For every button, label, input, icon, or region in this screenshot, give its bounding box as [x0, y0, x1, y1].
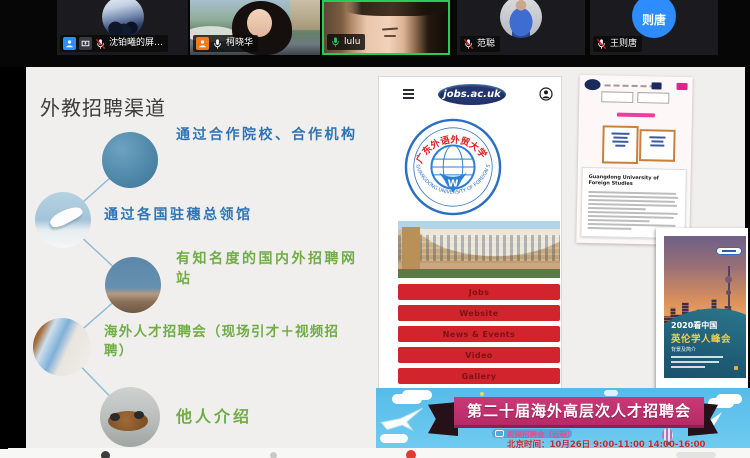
participant-name: 沈铂曦的屏… — [109, 39, 163, 48]
screenshare-icon — [79, 37, 92, 50]
summit-poster: 2020看中国 英伦学人峰会 背景及简介 — [656, 228, 748, 392]
hot-air-balloon-icon — [662, 428, 673, 441]
chat-bubble-icon — [495, 430, 504, 437]
participant-nametag: 柯晓华 — [193, 35, 258, 52]
corner-shadow — [0, 440, 8, 449]
participant-nametag: 范聪 — [460, 36, 500, 52]
participant-tile-fan[interactable]: 范聪 — [457, 0, 585, 55]
poster-logo — [716, 247, 742, 255]
register-button-shape — [676, 83, 687, 90]
news-events-button: News & Events — [398, 326, 560, 342]
university-emblem: 广东外语外贸大学 GUANGDONG UNIVERSITY OF FOREIGN… — [404, 118, 502, 216]
participant-tile-shen[interactable]: 沈铂曦的屏… — [57, 0, 188, 55]
partial-icon — [270, 452, 277, 458]
participant-tile-ke[interactable]: 柯晓华 — [190, 0, 320, 55]
bird-photo-circle — [35, 192, 91, 248]
banner-schedule: 北京时间：10月26日 9:00-11:00 14:00-16:00 — [507, 438, 705, 448]
mountain-photo-circle — [105, 257, 161, 313]
video-button: Video — [398, 347, 560, 363]
section-heading-shape — [617, 113, 655, 118]
avatar-initials: 则唐 — [632, 0, 676, 38]
slide-title: 外教招聘渠道 — [40, 92, 166, 121]
participant-nametag: 沈铂曦的屏… — [60, 35, 168, 52]
avatar — [500, 0, 542, 38]
balloon-basket — [666, 442, 670, 445]
nav-links — [605, 84, 656, 87]
avatar — [102, 0, 144, 38]
mic-muted-icon — [95, 38, 106, 50]
partial-icon — [676, 452, 716, 458]
emblem-w-letter: W — [448, 179, 459, 190]
jobsacuk-logo: jobs.ac.uk — [438, 84, 506, 105]
mic-muted-icon — [463, 38, 474, 50]
partial-icon — [101, 451, 110, 458]
card-title: Guangdong University of Foreign Studies — [582, 168, 685, 191]
decorative-circle-blue — [102, 132, 158, 188]
job-fair-banner: 第二十届海外高层次人才招聘会 视频招聘会（远程） 北京时间：10月26日 9:0… — [376, 388, 750, 448]
bullet-overseas-job-fairs: 海外人才招聘会（现场引才＋视频招聘） — [104, 323, 350, 361]
banner-title-ribbon: 第二十届海外高层次人才招聘会 — [454, 397, 704, 428]
bullet-recruitment-websites: 有知名度的国内外招聘网站 — [176, 250, 366, 290]
cloud-shape — [604, 390, 618, 396]
user-badge-icon — [196, 37, 209, 50]
participant-nametag: lulu — [327, 34, 365, 50]
nav-highlight — [651, 82, 661, 89]
exhibitor-card — [639, 129, 676, 162]
account-icon — [539, 86, 553, 105]
mic-active-icon — [330, 36, 341, 48]
phone-screenshot-jobsacuk: jobs.ac.uk 广东外语外贸大学 GUANGDONG UNIVERSITY… — [378, 76, 562, 389]
search-box-shape — [601, 91, 633, 103]
bird-shape — [48, 203, 84, 230]
bullet-cooperation-schools: 通过合作院校、合作机构 — [176, 126, 358, 146]
site-logo — [584, 79, 600, 90]
participant-nametag: 王则唐 — [593, 36, 642, 52]
campus-building-photo — [398, 221, 560, 278]
poster-image: 2020看中国 英伦学人峰会 背景及简介 — [664, 236, 746, 378]
participant-name: 范聪 — [477, 40, 495, 49]
participant-tile-lulu-active[interactable]: lulu — [322, 0, 450, 55]
pearl-tower — [728, 266, 730, 310]
participant-tile-wang[interactable]: 则唐 王则唐 — [590, 0, 718, 55]
poster-title-line1: 2020看中国 — [671, 320, 717, 331]
gallery-button: Gallery — [398, 368, 560, 384]
poster-subtitle: 背景及简介 — [671, 346, 696, 353]
website-screenshot: Guangdong University of Foreign Studies — [576, 75, 692, 245]
jobs-button: Jobs — [398, 284, 560, 300]
window-photo-circle — [33, 318, 91, 376]
exhibitor-card — [602, 125, 639, 164]
sparkle-dot — [480, 392, 484, 396]
headphone-shape — [110, 413, 120, 421]
video-strip: 沈铂曦的屏… 柯晓华 — [0, 0, 750, 67]
partial-icon — [406, 450, 416, 458]
mic-icon — [212, 38, 223, 50]
headphone-shape — [134, 411, 144, 419]
participant-name: lulu — [344, 38, 360, 47]
meeting-window: 外教招聘渠道 通过合作院校、合作机构 通过各国驻穗总领馆 有知名度的国内外招聘网… — [0, 0, 750, 458]
taskbar-edge — [0, 448, 750, 458]
mic-muted-icon — [596, 38, 607, 50]
poster-title-line2: 英伦学人峰会 — [671, 331, 731, 345]
bullet-referrals: 他人介绍 — [176, 406, 252, 429]
bullet-consulates: 通过各国驻穗总领馆 — [104, 206, 324, 226]
headphones-photo-circle — [100, 387, 160, 447]
search-box-shape — [637, 92, 669, 104]
user-badge-icon — [63, 37, 76, 50]
cloud-shape — [716, 394, 742, 404]
airplane-icon — [377, 398, 427, 441]
website-button: Website — [398, 305, 560, 321]
participant-name: 柯晓华 — [226, 39, 253, 48]
hamburger-menu-icon — [403, 89, 414, 101]
participant-name: 王则唐 — [610, 40, 637, 49]
